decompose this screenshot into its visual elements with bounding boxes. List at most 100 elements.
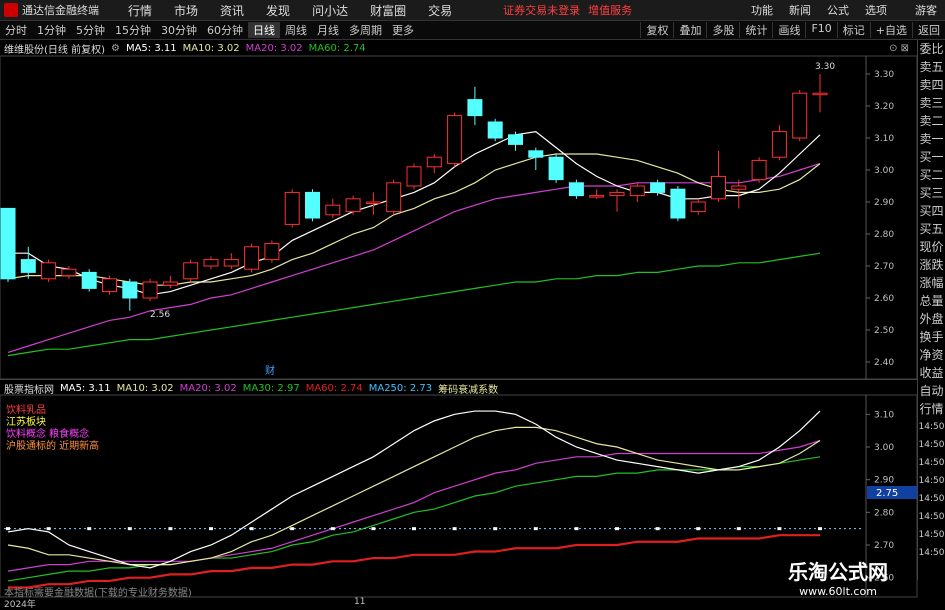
time-axis-year: 2024年 (4, 600, 36, 610)
panel-row: 买三 (919, 186, 944, 200)
candle-body (568, 182, 584, 197)
panel-row: 14:50 (918, 476, 945, 486)
sub-ma20-line (7, 439, 821, 572)
panel-row: 总量 (919, 294, 944, 308)
sub-dot-marker (249, 527, 254, 531)
kline-chart[interactable]: 3.30 3.20 3.10 3.00 2.90 2.80 2.70 2.60 2.50 2.40… (0, 0, 945, 609)
candle-body (792, 92, 808, 139)
sub-dot-marker (493, 527, 498, 531)
panel-row: 14:50 (918, 494, 945, 504)
candle-body (325, 204, 341, 216)
panel-row[interactable]: 行情 (918, 400, 945, 418)
main-chart-frame (0, 55, 918, 380)
finance-marker[interactable]: 财 (265, 364, 275, 377)
candle-body (447, 115, 463, 165)
panel-row: 14:50 (918, 530, 945, 540)
sub-ma5-line (7, 410, 821, 569)
candle-body (122, 281, 138, 299)
sub-dot-marker (818, 527, 822, 531)
candle-body (203, 259, 219, 267)
candle-body (386, 182, 402, 213)
candle-body (102, 278, 117, 293)
sub-dot-marker (87, 527, 92, 531)
panel-row: 现价 (919, 240, 944, 254)
watermark-url: www.60lt.com (799, 585, 877, 598)
sub-dot-marker (533, 527, 538, 531)
panel-row: 14:50 (918, 422, 945, 432)
candle-body (690, 201, 706, 213)
panel-row: 14:50 (918, 440, 945, 450)
panel-row: 买二 (919, 168, 944, 182)
price-axis: 3.30 3.20 3.10 3.00 2.90 2.80 2.70 2.60 2.50 2.40 (866, 70, 894, 368)
candle-body (467, 99, 483, 117)
sub-dot-marker (655, 527, 660, 531)
panel-row: 委比 (919, 42, 944, 56)
sub-dot-marker (209, 527, 213, 531)
candle-body (548, 156, 564, 181)
candle-body (487, 121, 503, 139)
time-axis-month: 11 (354, 597, 366, 607)
price-tick-label: 2.70 (874, 262, 894, 272)
price-tick-label: 3.30 (874, 70, 894, 80)
price-tick-label: 2.60 (874, 294, 894, 304)
candle-body (61, 268, 77, 277)
candle-body (183, 262, 199, 280)
sub-dot-marker (452, 527, 457, 531)
panel-row: 卖二 (919, 114, 944, 128)
panel-row: 卖五 (919, 60, 944, 74)
sub-dot-marker (412, 527, 416, 531)
sub-ma30-line (7, 456, 821, 582)
price-tick-label: 3.00 (874, 166, 894, 176)
panel-row: 14:50 (918, 512, 945, 522)
price-tick-label: 2.50 (874, 326, 894, 336)
sub-dot-marker (46, 527, 51, 531)
sub-dot-marker (290, 527, 295, 531)
sub-dot-marker (6, 527, 10, 531)
candle-body (81, 271, 97, 289)
panel-row: 卖一 (919, 132, 944, 146)
watermark: 乐淘公式网 www.60lt.com (748, 556, 928, 606)
candle-body (731, 185, 747, 190)
panel-row: 换手 (919, 330, 944, 344)
candle-body (223, 259, 239, 267)
candle-body (751, 159, 767, 181)
sub-dot-marker (736, 527, 741, 531)
sub-ma10-line (7, 426, 821, 566)
panel-row: 买一 (919, 150, 944, 164)
candle-body (670, 188, 686, 219)
sub-dot-marker (574, 527, 579, 531)
candle-body (771, 131, 787, 158)
panel-row: 买五 (919, 222, 944, 236)
sub-tick-label: 2.70 (874, 541, 894, 551)
candle-body (142, 281, 158, 299)
panel-row: 收益 (919, 366, 944, 380)
sector-tag-4: 沪股通标的 近期新高 (6, 441, 100, 452)
candle-body (345, 198, 361, 213)
price-tick-label: 2.80 (874, 230, 894, 240)
panel-row: 卖三 (919, 96, 944, 110)
sub-dot-marker (168, 527, 173, 531)
candle-body (589, 195, 605, 198)
sub-dot-marker (777, 527, 782, 531)
sub-tick-label: 3.10 (874, 410, 894, 420)
panel-row: 外盘 (919, 312, 944, 326)
sub-dot-marker (696, 527, 701, 531)
candle-body (406, 166, 422, 187)
sub-indicator-lines (4, 410, 864, 589)
candle-body (41, 262, 57, 280)
panel-row: 14:50 (918, 458, 945, 468)
panel-row: 买四 (919, 204, 944, 218)
sub-tick-label: 3.00 (874, 443, 894, 453)
candle-body (528, 150, 544, 158)
panel-row: 净资 (919, 348, 944, 362)
candle-body (426, 156, 442, 168)
panel-row: 涨跌 (919, 258, 944, 272)
panel-row: 涨幅 (919, 276, 944, 290)
sub-tick-label: 2.90 (874, 476, 894, 486)
candle-body (264, 243, 280, 261)
candle-body (812, 92, 828, 96)
candle-body (365, 201, 381, 204)
candle-body (711, 175, 726, 200)
panel-row[interactable]: 自动 (918, 382, 945, 400)
candle-body (609, 191, 625, 197)
